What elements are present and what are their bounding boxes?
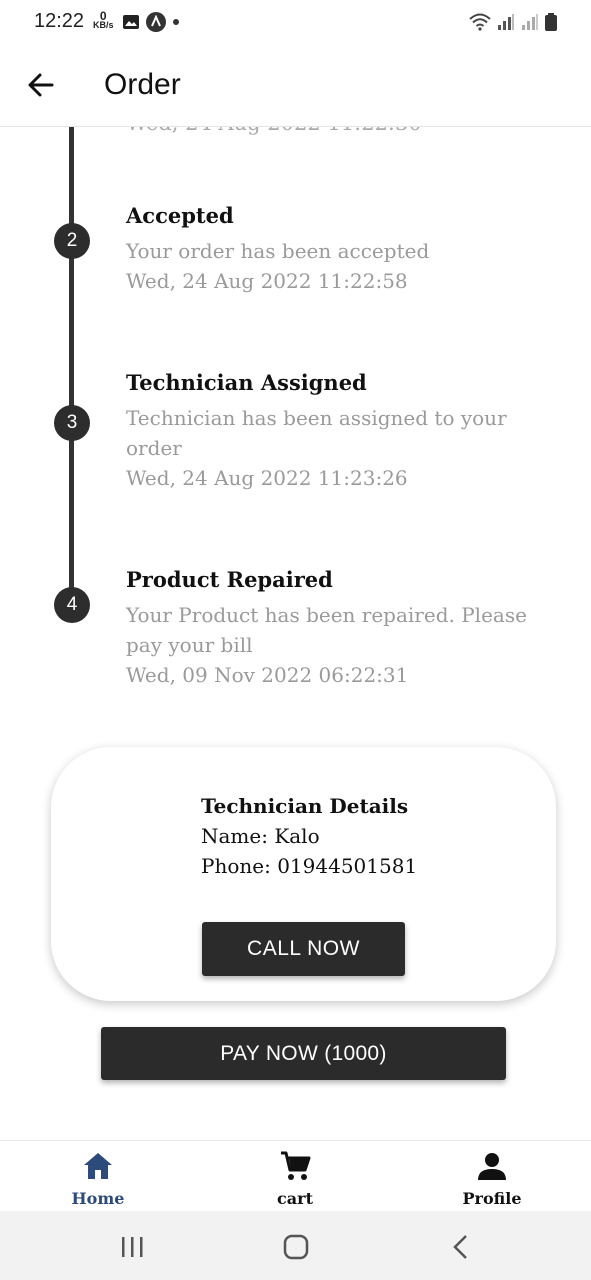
- nav-item-cart[interactable]: cart: [235, 1149, 355, 1208]
- network-speed-unit: KB/s: [93, 20, 114, 30]
- system-icons: [469, 13, 557, 31]
- notification-icons: [122, 12, 180, 32]
- nav-item-profile[interactable]: Profile: [432, 1149, 552, 1208]
- call-now-button[interactable]: CALL NOW: [202, 922, 405, 976]
- technician-phone: Phone: 01944501581: [201, 854, 418, 878]
- dot-icon: [173, 19, 179, 25]
- step-number-badge: 3: [54, 405, 90, 441]
- step-description: Technician has been assigned to your ord…: [126, 406, 507, 460]
- signal-icon: [498, 14, 514, 30]
- status-time: 12:22: [34, 10, 85, 32]
- step-title: Technician Assigned: [126, 370, 367, 395]
- technician-info: Technician Details Name: Kalo Phone: 019…: [201, 791, 417, 881]
- technician-heading: Technician Details: [201, 794, 409, 818]
- system-back-icon[interactable]: [446, 1233, 476, 1261]
- status-bar: 12:22 0 KB/s: [0, 0, 591, 46]
- image-icon: [123, 15, 139, 29]
- timeline-step-product-repaired: Product Repaired Your Product has been r…: [126, 567, 556, 690]
- cart-icon: [281, 1151, 311, 1180]
- step-date: Wed, 09 Nov 2022 06:22:31: [126, 663, 409, 687]
- step-title: Product Repaired: [126, 567, 333, 592]
- network-speed: 0 KB/s: [93, 10, 114, 30]
- back-arrow-icon[interactable]: [24, 68, 58, 102]
- app-notification-icon: [146, 12, 166, 32]
- technician-card: Technician Details Name: Kalo Phone: 019…: [51, 747, 556, 1001]
- home-icon: [84, 1153, 112, 1179]
- recent-apps-icon[interactable]: [117, 1233, 147, 1261]
- timeline-step-technician-assigned: Technician Assigned Technician has been …: [126, 370, 556, 493]
- timeline-step-accepted: Accepted Your order has been accepted We…: [126, 203, 556, 296]
- step-number-badge: 2: [54, 223, 90, 259]
- person-icon: [478, 1153, 506, 1180]
- signal-icon-2: [522, 14, 538, 30]
- nav-label: cart: [277, 1189, 313, 1208]
- pay-now-button[interactable]: PAY NOW (1000): [101, 1027, 506, 1080]
- step-number-badge: 4: [54, 587, 90, 623]
- step-description: Your Product has been repaired. Please p…: [126, 603, 527, 657]
- step-title: Accepted: [126, 203, 234, 228]
- wifi-icon: [469, 13, 491, 31]
- order-content[interactable]: Wed, 24 Aug 2022 11:22:30 2 Accepted You…: [0, 127, 591, 1140]
- step-date: Wed, 24 Aug 2022 11:22:58: [126, 269, 408, 293]
- step-1-date-partial: Wed, 24 Aug 2022 11:22:30: [126, 127, 422, 135]
- nav-label: Home: [71, 1189, 125, 1208]
- app-bar: Order: [0, 46, 591, 127]
- home-button-icon[interactable]: [281, 1233, 311, 1261]
- system-nav-bar: [0, 1211, 591, 1280]
- nav-label: Profile: [462, 1189, 522, 1208]
- battery-icon: [545, 13, 557, 31]
- timeline-line: [69, 127, 74, 605]
- step-description: Your order has been accepted: [126, 239, 430, 263]
- bottom-nav: Home cart Profile: [0, 1140, 591, 1212]
- nav-item-home[interactable]: Home: [38, 1149, 158, 1208]
- step-date: Wed, 24 Aug 2022 11:23:26: [126, 466, 408, 490]
- page-title: Order: [104, 68, 181, 101]
- technician-name: Name: Kalo: [201, 824, 320, 848]
